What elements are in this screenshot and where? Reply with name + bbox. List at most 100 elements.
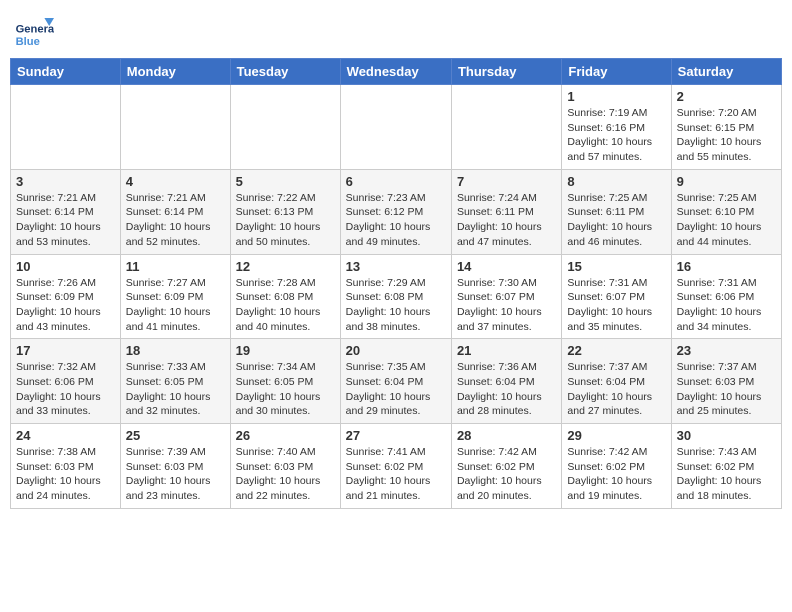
day-info: Sunrise: 7:36 AM Sunset: 6:04 PM Dayligh… bbox=[457, 360, 556, 419]
day-number: 25 bbox=[126, 428, 225, 443]
day-number: 1 bbox=[567, 89, 665, 104]
day-info: Sunrise: 7:33 AM Sunset: 6:05 PM Dayligh… bbox=[126, 360, 225, 419]
logo-icon: General Blue bbox=[14, 10, 54, 50]
day-info: Sunrise: 7:35 AM Sunset: 6:04 PM Dayligh… bbox=[346, 360, 446, 419]
day-number: 27 bbox=[346, 428, 446, 443]
calendar-cell: 22 Sunrise: 7:37 AM Sunset: 6:04 PM Dayli… bbox=[562, 339, 671, 424]
day-info: Sunrise: 7:32 AM Sunset: 6:06 PM Dayligh… bbox=[16, 360, 115, 419]
day-info: Sunrise: 7:29 AM Sunset: 6:08 PM Dayligh… bbox=[346, 276, 446, 335]
day-number: 16 bbox=[677, 259, 776, 274]
day-number: 15 bbox=[567, 259, 665, 274]
calendar-cell: 4Sunrise: 7:21 AM Sunset: 6:14 PM Daylig… bbox=[120, 169, 230, 254]
day-info: Sunrise: 7:31 AM Sunset: 6:07 PM Dayligh… bbox=[567, 276, 665, 335]
calendar-cell: 23 Sunrise: 7:37 AM Sunset: 6:03 PM Dayli… bbox=[671, 339, 781, 424]
day-number: 24 bbox=[16, 428, 115, 443]
day-number: 8 bbox=[567, 174, 665, 189]
day-info: Sunrise: 7:43 AM Sunset: 6:02 PM Dayligh… bbox=[677, 445, 776, 504]
day-number: 3 bbox=[16, 174, 115, 189]
calendar-cell bbox=[230, 85, 340, 170]
calendar-cell: 5 Sunrise: 7:22 AM Sunset: 6:13 PM Daylig… bbox=[230, 169, 340, 254]
day-info: Sunrise: 7:31 AM Sunset: 6:06 PM Dayligh… bbox=[677, 276, 776, 335]
calendar-header-sunday: Sunday bbox=[11, 59, 121, 85]
calendar-header-monday: Monday bbox=[120, 59, 230, 85]
day-info: Sunrise: 7:42 AM Sunset: 6:02 PM Dayligh… bbox=[567, 445, 665, 504]
svg-text:General: General bbox=[16, 23, 54, 35]
calendar-cell: 11 Sunrise: 7:27 AM Sunset: 6:09 PM Dayli… bbox=[120, 254, 230, 339]
calendar-cell: 17Sunrise: 7:32 AM Sunset: 6:06 PM Dayli… bbox=[11, 339, 121, 424]
calendar-cell: 24 Sunrise: 7:38 AM Sunset: 6:03 PM Dayli… bbox=[11, 424, 121, 509]
calendar-cell: 30 Sunrise: 7:43 AM Sunset: 6:02 PM Dayli… bbox=[671, 424, 781, 509]
day-info: Sunrise: 7:27 AM Sunset: 6:09 PM Dayligh… bbox=[126, 276, 225, 335]
day-info: Sunrise: 7:25 AM Sunset: 6:10 PM Dayligh… bbox=[677, 191, 776, 250]
calendar-header-wednesday: Wednesday bbox=[340, 59, 451, 85]
calendar-cell bbox=[11, 85, 121, 170]
calendar-cell: 7Sunrise: 7:24 AM Sunset: 6:11 PM Daylig… bbox=[451, 169, 561, 254]
day-info: Sunrise: 7:22 AM Sunset: 6:13 PM Dayligh… bbox=[236, 191, 335, 250]
calendar-cell: 2Sunrise: 7:20 AM Sunset: 6:15 PM Daylig… bbox=[671, 85, 781, 170]
day-info: Sunrise: 7:40 AM Sunset: 6:03 PM Dayligh… bbox=[236, 445, 335, 504]
calendar-table: SundayMondayTuesdayWednesdayThursdayFrid… bbox=[10, 58, 782, 509]
day-number: 29 bbox=[567, 428, 665, 443]
day-info: Sunrise: 7:20 AM Sunset: 6:15 PM Dayligh… bbox=[677, 106, 776, 165]
calendar-cell: 29 Sunrise: 7:42 AM Sunset: 6:02 PM Dayli… bbox=[562, 424, 671, 509]
calendar-cell: 9 Sunrise: 7:25 AM Sunset: 6:10 PM Daylig… bbox=[671, 169, 781, 254]
calendar-cell: 13 Sunrise: 7:29 AM Sunset: 6:08 PM Dayli… bbox=[340, 254, 451, 339]
day-number: 23 bbox=[677, 343, 776, 358]
day-number: 11 bbox=[126, 259, 225, 274]
day-info: Sunrise: 7:19 AM Sunset: 6:16 PM Dayligh… bbox=[567, 106, 665, 165]
calendar-cell: 1 Sunrise: 7:19 AM Sunset: 6:16 PM Daylig… bbox=[562, 85, 671, 170]
day-number: 20 bbox=[346, 343, 446, 358]
calendar-cell: 21 Sunrise: 7:36 AM Sunset: 6:04 PM Dayli… bbox=[451, 339, 561, 424]
day-number: 7 bbox=[457, 174, 556, 189]
day-info: Sunrise: 7:41 AM Sunset: 6:02 PM Dayligh… bbox=[346, 445, 446, 504]
day-info: Sunrise: 7:39 AM Sunset: 6:03 PM Dayligh… bbox=[126, 445, 225, 504]
calendar-cell bbox=[120, 85, 230, 170]
day-number: 6 bbox=[346, 174, 446, 189]
day-info: Sunrise: 7:34 AM Sunset: 6:05 PM Dayligh… bbox=[236, 360, 335, 419]
day-number: 22 bbox=[567, 343, 665, 358]
svg-text:Blue: Blue bbox=[16, 36, 40, 48]
calendar-cell: 18 Sunrise: 7:33 AM Sunset: 6:05 PM Dayli… bbox=[120, 339, 230, 424]
calendar-week-row: 3Sunrise: 7:21 AM Sunset: 6:14 PM Daylig… bbox=[11, 169, 782, 254]
day-info: Sunrise: 7:30 AM Sunset: 6:07 PM Dayligh… bbox=[457, 276, 556, 335]
day-number: 10 bbox=[16, 259, 115, 274]
calendar-cell: 28 Sunrise: 7:42 AM Sunset: 6:02 PM Dayli… bbox=[451, 424, 561, 509]
day-number: 19 bbox=[236, 343, 335, 358]
calendar-header-row: SundayMondayTuesdayWednesdayThursdayFrid… bbox=[11, 59, 782, 85]
day-info: Sunrise: 7:28 AM Sunset: 6:08 PM Dayligh… bbox=[236, 276, 335, 335]
calendar-cell bbox=[340, 85, 451, 170]
calendar-cell: 12Sunrise: 7:28 AM Sunset: 6:08 PM Dayli… bbox=[230, 254, 340, 339]
day-number: 18 bbox=[126, 343, 225, 358]
calendar-week-row: 17Sunrise: 7:32 AM Sunset: 6:06 PM Dayli… bbox=[11, 339, 782, 424]
day-number: 5 bbox=[236, 174, 335, 189]
calendar-week-row: 1 Sunrise: 7:19 AM Sunset: 6:16 PM Daylig… bbox=[11, 85, 782, 170]
day-number: 13 bbox=[346, 259, 446, 274]
logo: General Blue bbox=[14, 10, 58, 50]
calendar-cell: 14 Sunrise: 7:30 AM Sunset: 6:07 PM Dayli… bbox=[451, 254, 561, 339]
calendar-cell: 15 Sunrise: 7:31 AM Sunset: 6:07 PM Dayli… bbox=[562, 254, 671, 339]
day-info: Sunrise: 7:42 AM Sunset: 6:02 PM Dayligh… bbox=[457, 445, 556, 504]
calendar-cell bbox=[451, 85, 561, 170]
calendar-header-tuesday: Tuesday bbox=[230, 59, 340, 85]
calendar-cell: 25 Sunrise: 7:39 AM Sunset: 6:03 PM Dayli… bbox=[120, 424, 230, 509]
page-header: General Blue bbox=[10, 10, 782, 50]
calendar-cell: 3Sunrise: 7:21 AM Sunset: 6:14 PM Daylig… bbox=[11, 169, 121, 254]
day-number: 4 bbox=[126, 174, 225, 189]
calendar-week-row: 24 Sunrise: 7:38 AM Sunset: 6:03 PM Dayli… bbox=[11, 424, 782, 509]
calendar-cell: 20 Sunrise: 7:35 AM Sunset: 6:04 PM Dayli… bbox=[340, 339, 451, 424]
day-number: 26 bbox=[236, 428, 335, 443]
calendar-week-row: 10Sunrise: 7:26 AM Sunset: 6:09 PM Dayli… bbox=[11, 254, 782, 339]
day-info: Sunrise: 7:38 AM Sunset: 6:03 PM Dayligh… bbox=[16, 445, 115, 504]
calendar-header-saturday: Saturday bbox=[671, 59, 781, 85]
day-info: Sunrise: 7:37 AM Sunset: 6:03 PM Dayligh… bbox=[677, 360, 776, 419]
day-number: 14 bbox=[457, 259, 556, 274]
day-info: Sunrise: 7:37 AM Sunset: 6:04 PM Dayligh… bbox=[567, 360, 665, 419]
day-number: 30 bbox=[677, 428, 776, 443]
calendar-cell: 6 Sunrise: 7:23 AM Sunset: 6:12 PM Daylig… bbox=[340, 169, 451, 254]
day-number: 21 bbox=[457, 343, 556, 358]
day-number: 9 bbox=[677, 174, 776, 189]
day-number: 28 bbox=[457, 428, 556, 443]
day-info: Sunrise: 7:23 AM Sunset: 6:12 PM Dayligh… bbox=[346, 191, 446, 250]
day-info: Sunrise: 7:25 AM Sunset: 6:11 PM Dayligh… bbox=[567, 191, 665, 250]
calendar-cell: 19 Sunrise: 7:34 AM Sunset: 6:05 PM Dayli… bbox=[230, 339, 340, 424]
